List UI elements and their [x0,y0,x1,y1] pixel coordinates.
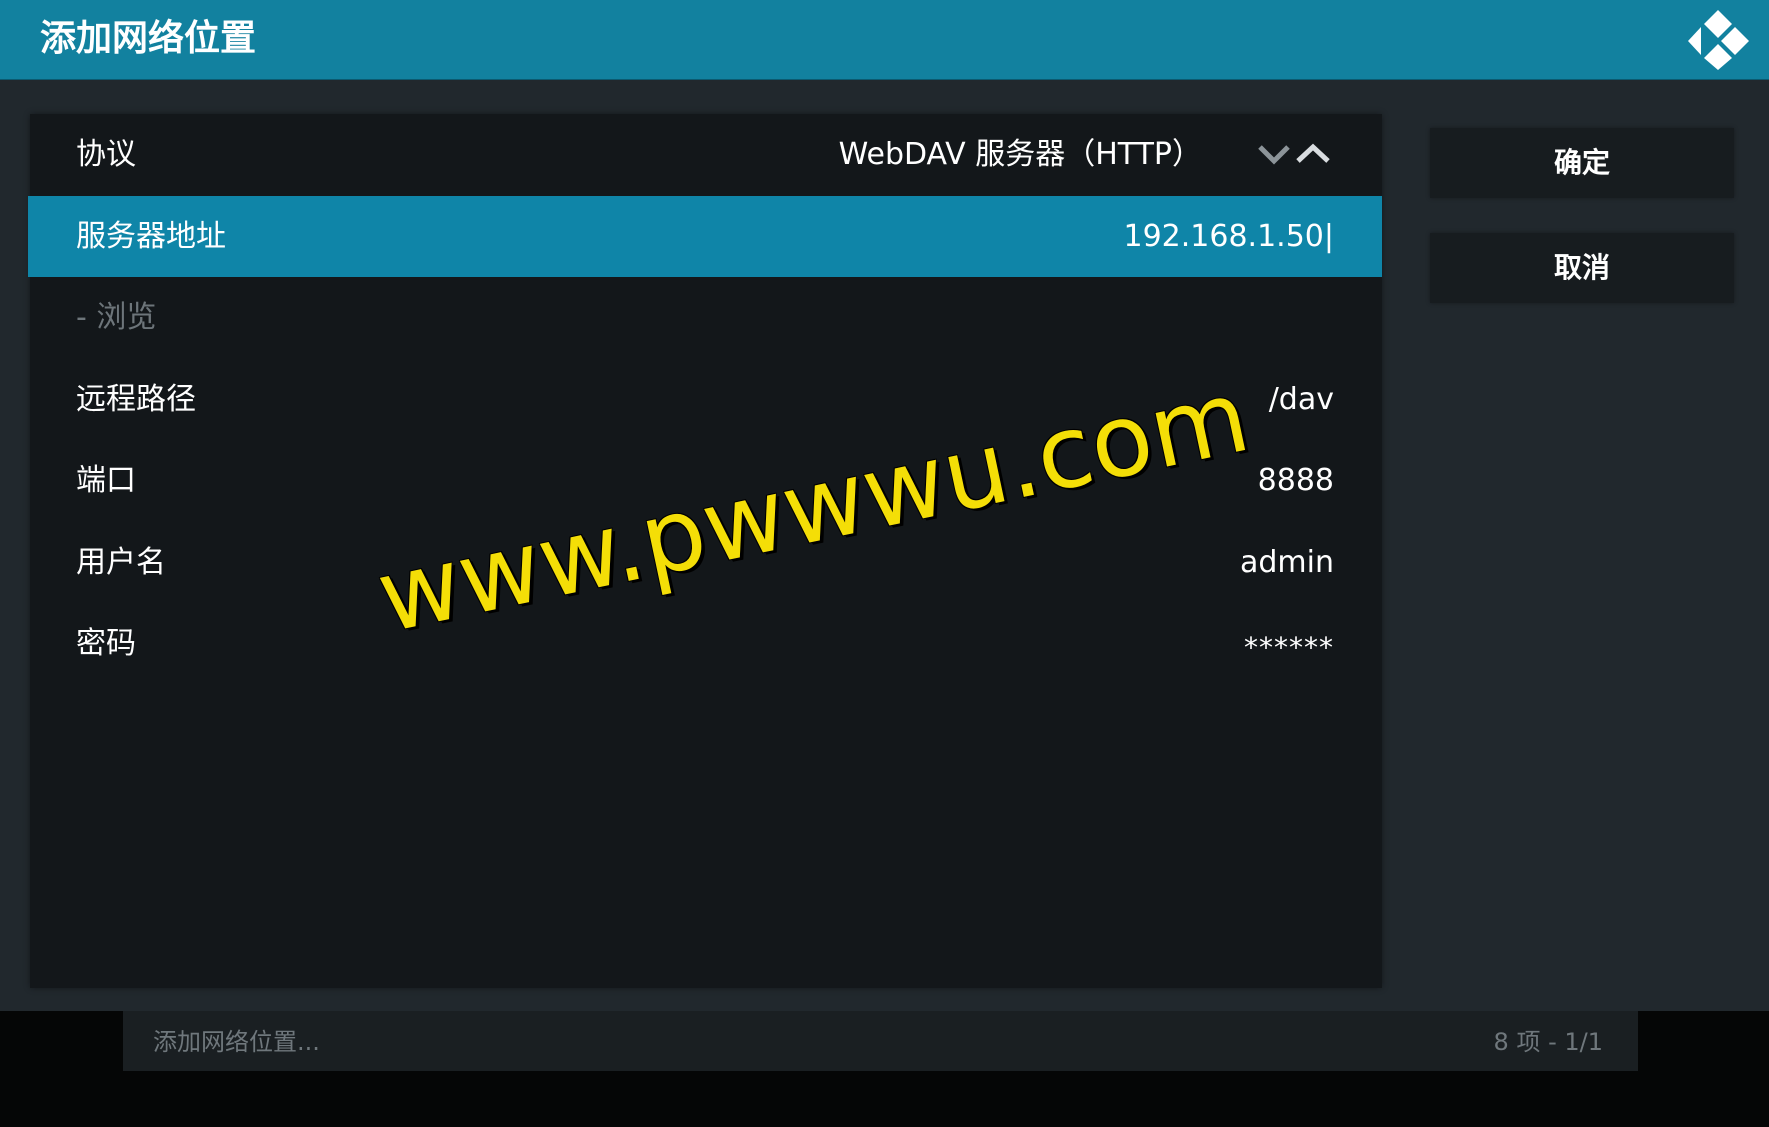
setting-label: 端口 [76,463,136,498]
cancel-button[interactable]: 取消 [1430,233,1734,303]
header-bar: 添加网络位置 [0,0,1769,80]
server-address-input[interactable]: 192.168.1.50| [1124,196,1335,277]
setting-label: 远程路径 [76,382,196,417]
setting-value: admin [1240,545,1334,580]
footer-bar: 添加网络位置... 8 项 - 1/1 [123,1011,1638,1071]
setting-value: WebDAV 服务器（HTTP） [838,137,1202,172]
setting-password[interactable]: 密码 ****** [30,603,1382,684]
setting-label: 密码 [76,626,136,661]
chevron-up-icon[interactable] [1296,143,1330,163]
ok-button[interactable]: 确定 [1430,128,1734,198]
setting-label: 用户名 [76,545,166,580]
setting-value: /dav [1268,382,1334,417]
protocol-spinner [1258,143,1330,165]
item-count: 8 项 - 1/1 [1493,1028,1603,1056]
kodi-logo-icon [1688,10,1749,70]
setting-protocol[interactable]: 协议 WebDAV 服务器（HTTP） [30,114,1382,195]
chevron-down-icon[interactable] [1258,145,1290,165]
setting-value: ****** [1244,631,1334,664]
settings-list: 协议 WebDAV 服务器（HTTP） 服务器地址 192.168.1.50| … [28,114,1382,988]
setting-port[interactable]: 端口 8888 [30,440,1382,521]
setting-remote-path[interactable]: 远程路径 /dav [30,359,1382,440]
setting-label: 服务器地址 [76,219,226,254]
setting-browse: - 浏览 [30,277,1382,358]
setting-server-address[interactable]: 服务器地址 192.168.1.50| [28,196,1382,277]
page-title: 添加网络位置 [40,18,257,59]
footer-title: 添加网络位置... [153,1028,320,1056]
setting-label: 协议 [76,137,136,172]
browse-label: - 浏览 [76,300,157,335]
setting-value: 8888 [1257,463,1334,498]
setting-username[interactable]: 用户名 admin [30,522,1382,603]
